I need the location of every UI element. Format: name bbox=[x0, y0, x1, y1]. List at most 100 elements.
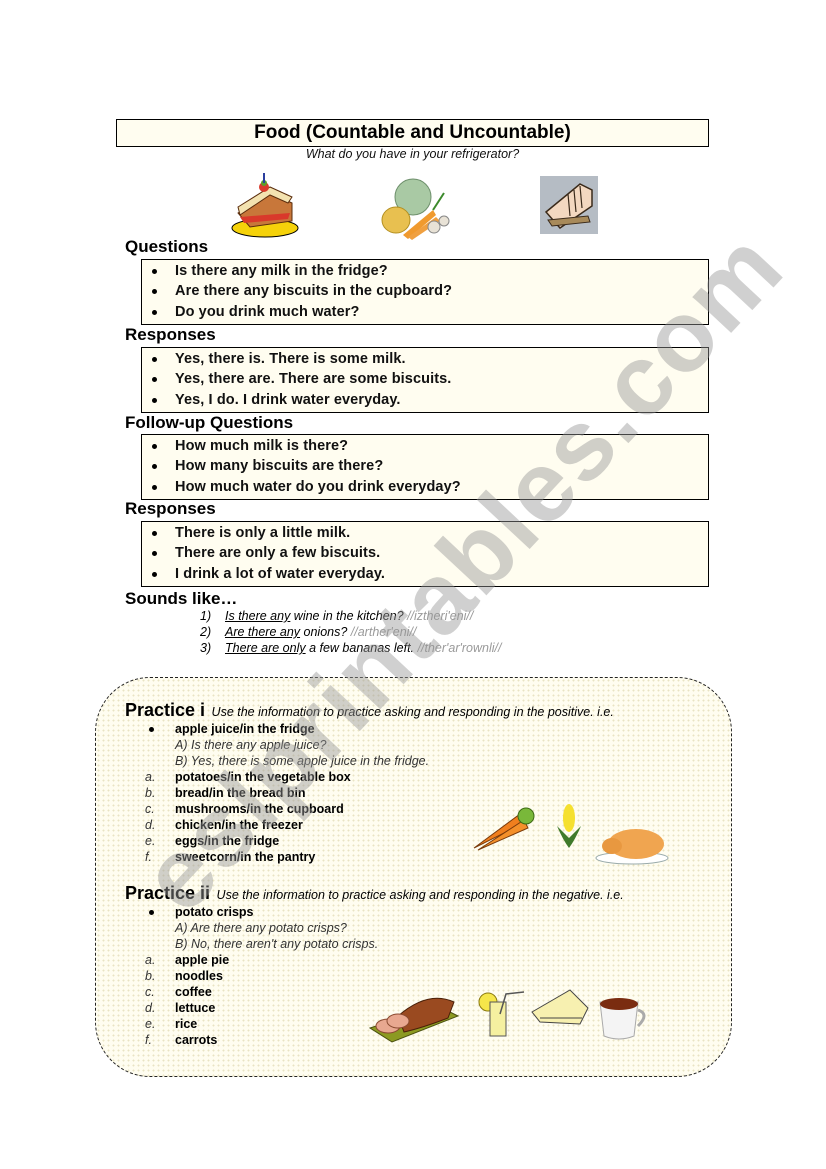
item-text: apple pie bbox=[175, 953, 230, 967]
follow-up-responses-heading: Responses bbox=[125, 499, 216, 518]
list-item: There are only a few biscuits. bbox=[142, 543, 708, 563]
responses-box: Yes, there is. There is some milk. Yes, … bbox=[141, 347, 709, 413]
list-item: c. mushrooms/in the cupboard bbox=[145, 801, 429, 817]
list-item: a. apple pie bbox=[145, 952, 378, 968]
item-text: lettuce bbox=[175, 1001, 216, 1015]
responses-heading: Responses bbox=[125, 325, 216, 344]
practice-2-list: potato crisps A) Are there any potato cr… bbox=[145, 904, 378, 1048]
list-item: How many biscuits are there? bbox=[142, 456, 708, 476]
item-text: carrots bbox=[175, 1033, 218, 1047]
item-text: noodles bbox=[175, 969, 223, 983]
list-item: Yes, I do. I drink water everyday. bbox=[142, 390, 708, 410]
underlined-phrase: Are there any bbox=[225, 625, 301, 639]
list-item: How much milk is there? bbox=[142, 436, 708, 456]
list-item: Do you drink much water? bbox=[142, 302, 708, 322]
practice-1-list: apple juice/in the fridge A) Is there an… bbox=[145, 721, 429, 865]
worksheet-title: Food (Countable and Uncountable) bbox=[116, 119, 709, 147]
lemonade-clipart bbox=[478, 991, 525, 1037]
example-item: apple juice/in the fridge bbox=[145, 721, 429, 737]
item-marker: e. bbox=[145, 834, 156, 848]
list-item: e. eggs/in the fridge bbox=[145, 833, 429, 849]
list-item: There is only a little milk. bbox=[142, 523, 708, 543]
underlined-phrase: Is there any bbox=[225, 609, 291, 623]
item-number: 1) bbox=[200, 609, 212, 623]
ham-clipart bbox=[540, 176, 598, 234]
item-marker: c. bbox=[145, 802, 155, 816]
item-text: chicken/in the freezer bbox=[175, 818, 303, 832]
list-item: How much water do you drink everyday? bbox=[142, 477, 708, 497]
item-marker: f. bbox=[145, 1033, 152, 1047]
worksheet-page: Food (Countable and Uncountable) What do… bbox=[0, 0, 826, 1169]
item-number: 2) bbox=[200, 625, 212, 639]
item-marker: b. bbox=[145, 969, 156, 983]
item-text: sweetcorn/in the pantry bbox=[175, 850, 316, 864]
item-text: eggs/in the fridge bbox=[175, 834, 280, 848]
list-item: I drink a lot of water everyday. bbox=[142, 564, 708, 584]
list-item: d. lettuce bbox=[145, 1000, 378, 1016]
item-text: rice bbox=[175, 1017, 198, 1031]
corn-clipart bbox=[557, 804, 581, 848]
practice-2-instruction: Use the information to practice asking a… bbox=[216, 888, 624, 902]
list-item: Are there any biscuits in the cupboard? bbox=[142, 281, 708, 301]
example-text: potato crisps bbox=[175, 905, 254, 919]
item-marker: f. bbox=[145, 850, 152, 864]
sounds-like-list: 1) Is there any wine in the kitchen? //i… bbox=[200, 608, 501, 656]
sounds-like-item: 3) There are only a few bananas left. //… bbox=[200, 640, 501, 656]
sounds-like-item: 2) Are there any onions? //arther'eni// bbox=[200, 624, 501, 640]
item-marker: e. bbox=[145, 1017, 156, 1031]
sounds-like-heading: Sounds like… bbox=[125, 589, 238, 608]
sandwich-clipart bbox=[231, 173, 299, 238]
list-item: f. carrots bbox=[145, 1032, 378, 1048]
practice-2-heading: Practice ii bbox=[125, 883, 211, 903]
item-text: bread/in the bread bin bbox=[175, 786, 306, 800]
practice-1-heading: Practice i bbox=[125, 700, 206, 720]
item-marker: b. bbox=[145, 786, 156, 800]
apple-pie-clipart bbox=[531, 989, 589, 1025]
list-item: Is there any milk in the fridge? bbox=[142, 261, 708, 281]
bullet-icon bbox=[145, 904, 175, 920]
vegetables-clipart bbox=[381, 178, 450, 240]
item-marker: d. bbox=[145, 818, 156, 832]
item-marker: c. bbox=[145, 985, 155, 999]
example-question: A) Is there any apple juice? bbox=[175, 738, 327, 752]
item-text: coffee bbox=[175, 985, 212, 999]
list-item: Yes, there is. There is some milk. bbox=[142, 349, 708, 369]
example-question: A) Are there any potato crisps? bbox=[175, 921, 347, 935]
tea-cup-clipart bbox=[599, 998, 646, 1040]
list-item: e. rice bbox=[145, 1016, 378, 1032]
sentence-rest: onions? bbox=[300, 625, 351, 639]
roast-chicken-clipart bbox=[595, 829, 669, 865]
pronunciation: //iztheri'eni// bbox=[407, 609, 474, 623]
pronunciation: //arther'eni// bbox=[350, 625, 417, 639]
practice-1-header: Practice i Use the information to practi… bbox=[125, 700, 614, 721]
worksheet-subtitle: What do you have in your refrigerator? bbox=[305, 147, 520, 161]
list-item: b. noodles bbox=[145, 968, 378, 984]
item-marker: a. bbox=[145, 953, 156, 967]
list-item: c. coffee bbox=[145, 984, 378, 1000]
bullet-icon bbox=[145, 721, 175, 737]
list-item: a. potatoes/in the vegetable box bbox=[145, 769, 429, 785]
practice-2-header: Practice ii Use the information to pract… bbox=[125, 883, 624, 904]
list-item: d. chicken/in the freezer bbox=[145, 817, 429, 833]
sentence-rest: a few bananas left. bbox=[305, 641, 418, 655]
follow-up-questions-box: How much milk is there? How many biscuit… bbox=[141, 434, 709, 500]
example-item: potato crisps bbox=[145, 904, 378, 920]
list-item: b. bread/in the bread bin bbox=[145, 785, 429, 801]
list-item: Yes, there are. There are some biscuits. bbox=[142, 369, 708, 389]
list-item: f. sweetcorn/in the pantry bbox=[145, 849, 429, 865]
item-text: potatoes/in the vegetable box bbox=[175, 770, 351, 784]
sliced-loaf-clipart bbox=[368, 997, 460, 1043]
example-text: apple juice/in the fridge bbox=[175, 722, 315, 736]
practice-1-instruction: Use the information to practice asking a… bbox=[211, 705, 614, 719]
example-answer: B) Yes, there is some apple juice in the… bbox=[175, 754, 430, 768]
questions-heading: Questions bbox=[125, 237, 209, 256]
follow-up-questions-heading: Follow-up Questions bbox=[125, 413, 294, 432]
sentence-rest: wine in the kitchen? bbox=[290, 609, 408, 623]
item-marker: d. bbox=[145, 1001, 156, 1015]
questions-box: Is there any milk in the fridge? Are the… bbox=[141, 259, 709, 325]
item-marker: a. bbox=[145, 770, 156, 784]
follow-up-responses-box: There is only a little milk. There are o… bbox=[141, 521, 709, 587]
underlined-phrase: There are only bbox=[225, 641, 306, 655]
item-text: mushrooms/in the cupboard bbox=[175, 802, 344, 816]
sounds-like-item: 1) Is there any wine in the kitchen? //i… bbox=[200, 608, 501, 624]
